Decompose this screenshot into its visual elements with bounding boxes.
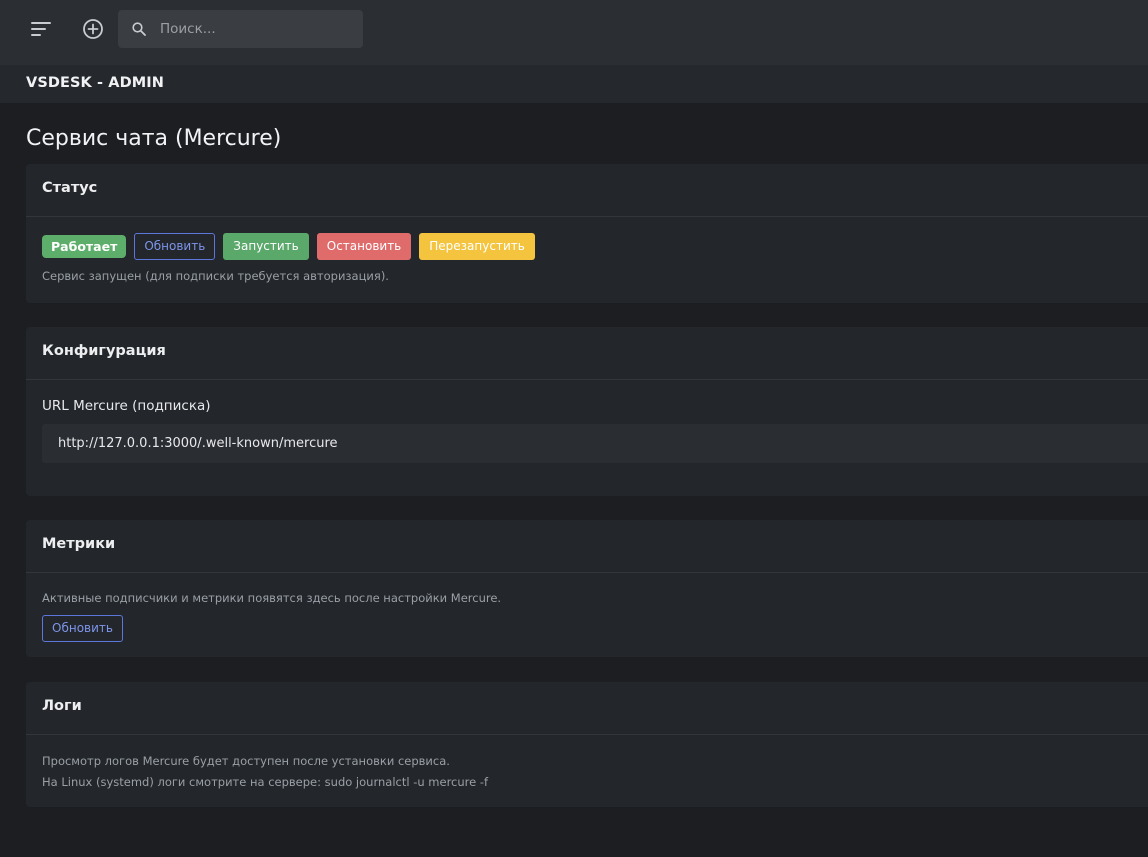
brand-bar: VSDESK - ADMIN <box>0 65 1148 103</box>
status-card: Статус Работает Обновить Запустить Остан… <box>26 164 1148 303</box>
status-badge: Работает <box>42 235 127 258</box>
restart-button[interactable]: Перезапустить <box>419 233 535 260</box>
stop-button[interactable]: Остановить <box>316 233 412 260</box>
menu-icon[interactable] <box>31 21 51 37</box>
top-navbar <box>0 0 1148 65</box>
config-card: Конфигурация URL Mercure (подписка) http… <box>26 327 1148 496</box>
search-box <box>118 10 363 48</box>
metrics-note: Активные подписчики и метрики появятся з… <box>42 591 502 605</box>
url-field[interactable]: http://127.0.0.1:3000/.well-known/mercur… <box>42 424 1148 463</box>
status-card-title: Статус <box>26 164 1148 217</box>
brand-title[interactable]: VSDESK - ADMIN <box>26 75 164 91</box>
config-card-title: Конфигурация <box>26 327 1148 380</box>
refresh-metrics-button[interactable]: Обновить <box>42 615 123 642</box>
page-title: Сервис чата (Mercure) <box>26 126 282 151</box>
logs-card: Логи Просмотр логов Mercure будет доступ… <box>26 682 1148 807</box>
metrics-card: Метрики Активные подписчики и метрики по… <box>26 520 1148 657</box>
add-circle-icon[interactable] <box>82 18 104 40</box>
metrics-card-title: Метрики <box>26 520 1148 573</box>
search-input[interactable] <box>158 10 358 48</box>
logs-note-line1: Просмотр логов Mercure будет доступен по… <box>42 754 450 768</box>
logs-note-line2: На Linux (systemd) логи смотрите на серв… <box>42 775 489 789</box>
logs-card-title: Логи <box>26 682 1148 735</box>
status-note: Сервис запущен (для подписки требуется а… <box>42 269 389 283</box>
url-label: URL Mercure (подписка) <box>42 398 211 414</box>
search-icon <box>132 22 146 36</box>
refresh-status-button[interactable]: Обновить <box>134 233 216 260</box>
start-button[interactable]: Запустить <box>223 233 309 260</box>
